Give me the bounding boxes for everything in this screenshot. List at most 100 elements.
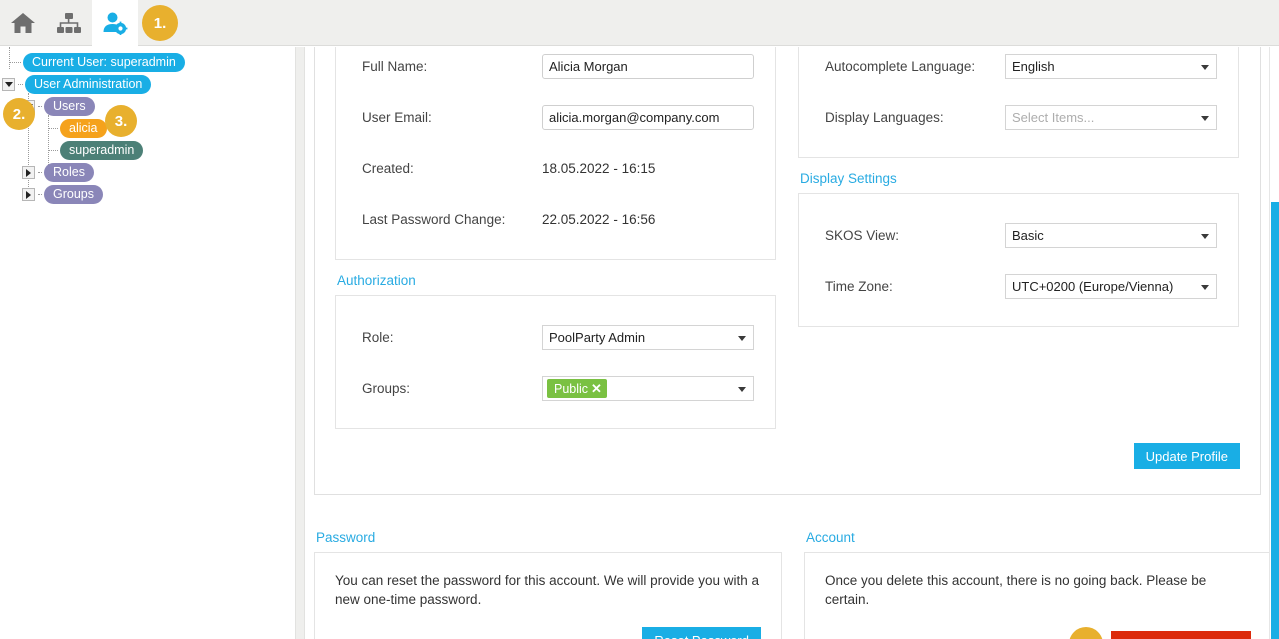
user-admin-tree: Current User: superadmin User Administra…	[0, 47, 295, 53]
user-email-label: User Email:	[362, 110, 542, 125]
display-languages-label: Display Languages:	[825, 110, 1005, 125]
time-zone-select[interactable]: UTC+0200 (Europe/Vienna)	[1005, 274, 1217, 299]
password-section: Password You can reset the password for …	[314, 517, 782, 639]
chevron-down-icon	[1201, 65, 1209, 70]
tree-toggle-roles[interactable]	[22, 166, 35, 179]
group-chip-public-label: Public	[554, 382, 588, 396]
toolbar-projects-button[interactable]	[46, 0, 92, 46]
time-zone-label: Time Zone:	[825, 279, 1005, 294]
autocomplete-language-select[interactable]: English	[1005, 54, 1217, 79]
autocomplete-language-value: English	[1012, 59, 1055, 74]
field-row-display-languages: Display Languages: Select Items...	[799, 92, 1238, 143]
update-profile-button[interactable]: Update Profile	[1134, 443, 1240, 469]
account-card-actions: 4. Delete this Account	[825, 627, 1251, 639]
user-email-input[interactable]	[542, 105, 754, 130]
role-label: Role:	[362, 330, 542, 345]
reset-password-button[interactable]: Reset Password	[642, 627, 761, 639]
tree-connector	[38, 172, 42, 173]
chevron-down-icon	[1201, 234, 1209, 239]
basic-info-fieldset: Full Name: User Email: Created: 18.05.20…	[335, 47, 776, 260]
toolbar-home-button[interactable]	[0, 0, 46, 46]
full-name-label: Full Name:	[362, 59, 542, 74]
password-card-actions: Reset Password	[335, 627, 761, 639]
display-languages-placeholder: Select Items...	[1012, 110, 1094, 125]
callout-badge-1-label: 1.	[154, 15, 167, 32]
page-scrollbar[interactable]	[1269, 47, 1279, 639]
tree-node-roles-label[interactable]: Roles	[44, 163, 94, 182]
user-settings-icon	[102, 11, 128, 35]
tree-connector	[9, 62, 21, 63]
callout-badge-2-label: 2.	[13, 106, 26, 123]
callout-badge-3: 3.	[105, 105, 137, 137]
field-row-full-name: Full Name:	[336, 47, 775, 92]
autocomplete-language-label: Autocomplete Language:	[825, 59, 1005, 74]
created-label: Created:	[362, 161, 542, 176]
field-row-last-password-change: Last Password Change: 22.05.2022 - 16:56	[336, 194, 775, 245]
chevron-down-icon	[1201, 116, 1209, 121]
password-section-title: Password	[316, 530, 782, 545]
role-select-value: PoolParty Admin	[549, 330, 645, 345]
tree-node-superadmin-label[interactable]: superadmin	[60, 141, 143, 160]
tree-node-alicia-label[interactable]: alicia	[60, 119, 107, 138]
sidebar-resize-gutter[interactable]	[295, 47, 305, 639]
account-section-title: Account	[806, 530, 1272, 545]
group-chip-public: Public ✕	[547, 379, 607, 398]
page-scrollbar-thumb[interactable]	[1271, 202, 1279, 639]
account-section: Account Once you delete this account, th…	[804, 517, 1272, 639]
tree-node-alicia[interactable]: alicia	[48, 119, 107, 138]
tree-node-users-label[interactable]: Users	[44, 97, 95, 116]
field-row-autocomplete-language: Autocomplete Language: English	[799, 47, 1238, 92]
callout-badge-4-label: 4.	[1080, 636, 1093, 639]
tree-node-groups-label[interactable]: Groups	[44, 185, 103, 204]
remove-group-icon[interactable]: ✕	[591, 382, 602, 395]
tree-toggle-user-administration[interactable]	[2, 78, 15, 91]
field-row-time-zone: Time Zone: UTC+0200 (Europe/Vienna)	[799, 261, 1238, 312]
tree-connector	[38, 194, 42, 195]
role-select[interactable]: PoolParty Admin	[542, 325, 754, 350]
tree-node-current-user[interactable]: Current User: superadmin	[9, 53, 185, 72]
time-zone-value: UTC+0200 (Europe/Vienna)	[1012, 279, 1173, 294]
profile-card-actions: Update Profile	[335, 443, 1240, 469]
created-value: 18.05.2022 - 16:15	[542, 161, 655, 176]
home-icon	[10, 11, 36, 35]
field-row-user-email: User Email:	[336, 92, 775, 143]
display-languages-select[interactable]: Select Items...	[1005, 105, 1217, 130]
top-toolbar	[0, 0, 1279, 46]
full-name-input[interactable]	[542, 54, 754, 79]
tree-connector	[38, 106, 42, 107]
tree-connector	[18, 84, 23, 85]
groups-label: Groups:	[362, 381, 542, 396]
tree-toggle-groups[interactable]	[22, 188, 35, 201]
tree-node-groups[interactable]: Groups	[22, 185, 103, 204]
user-profile-card: Full Name: User Email: Created: 18.05.20…	[314, 47, 1261, 495]
tree-node-user-administration-label[interactable]: User Administration	[25, 75, 151, 94]
display-settings-section-title: Display Settings	[800, 171, 1239, 186]
field-row-skos-view: SKOS View: Basic	[799, 210, 1238, 261]
tree-node-superadmin[interactable]: superadmin	[48, 141, 143, 160]
tree-node-current-user-label[interactable]: Current User: superadmin	[23, 53, 185, 72]
sitemap-icon	[56, 11, 82, 35]
delete-account-button[interactable]: Delete this Account	[1111, 631, 1251, 639]
profile-right-column: Autocomplete Language: English Display L…	[798, 47, 1239, 429]
bottom-sections: Password You can reset the password for …	[314, 517, 1274, 639]
tree-node-user-administration[interactable]: User Administration	[2, 75, 151, 94]
chevron-down-icon	[1201, 285, 1209, 290]
profile-left-column: Full Name: User Email: Created: 18.05.20…	[335, 47, 776, 429]
callout-badge-3-label: 3.	[115, 113, 128, 130]
password-card: You can reset the password for this acco…	[314, 552, 782, 639]
tree-node-roles[interactable]: Roles	[22, 163, 94, 182]
field-row-groups: Groups: Public ✕	[336, 363, 775, 414]
callout-badge-1: 1.	[142, 5, 178, 41]
password-description: You can reset the password for this acco…	[335, 571, 761, 609]
field-row-created: Created: 18.05.2022 - 16:15	[336, 143, 775, 194]
tree-connector	[48, 150, 58, 151]
account-card: Once you delete this account, there is n…	[804, 552, 1272, 639]
skos-view-value: Basic	[1012, 228, 1044, 243]
toolbar-user-admin-button[interactable]	[92, 0, 138, 46]
account-description: Once you delete this account, there is n…	[825, 571, 1251, 609]
skos-view-label: SKOS View:	[825, 228, 1005, 243]
chevron-down-icon	[738, 336, 746, 341]
authorization-section-title: Authorization	[337, 273, 776, 288]
skos-view-select[interactable]: Basic	[1005, 223, 1217, 248]
groups-select[interactable]: Public ✕	[542, 376, 754, 401]
